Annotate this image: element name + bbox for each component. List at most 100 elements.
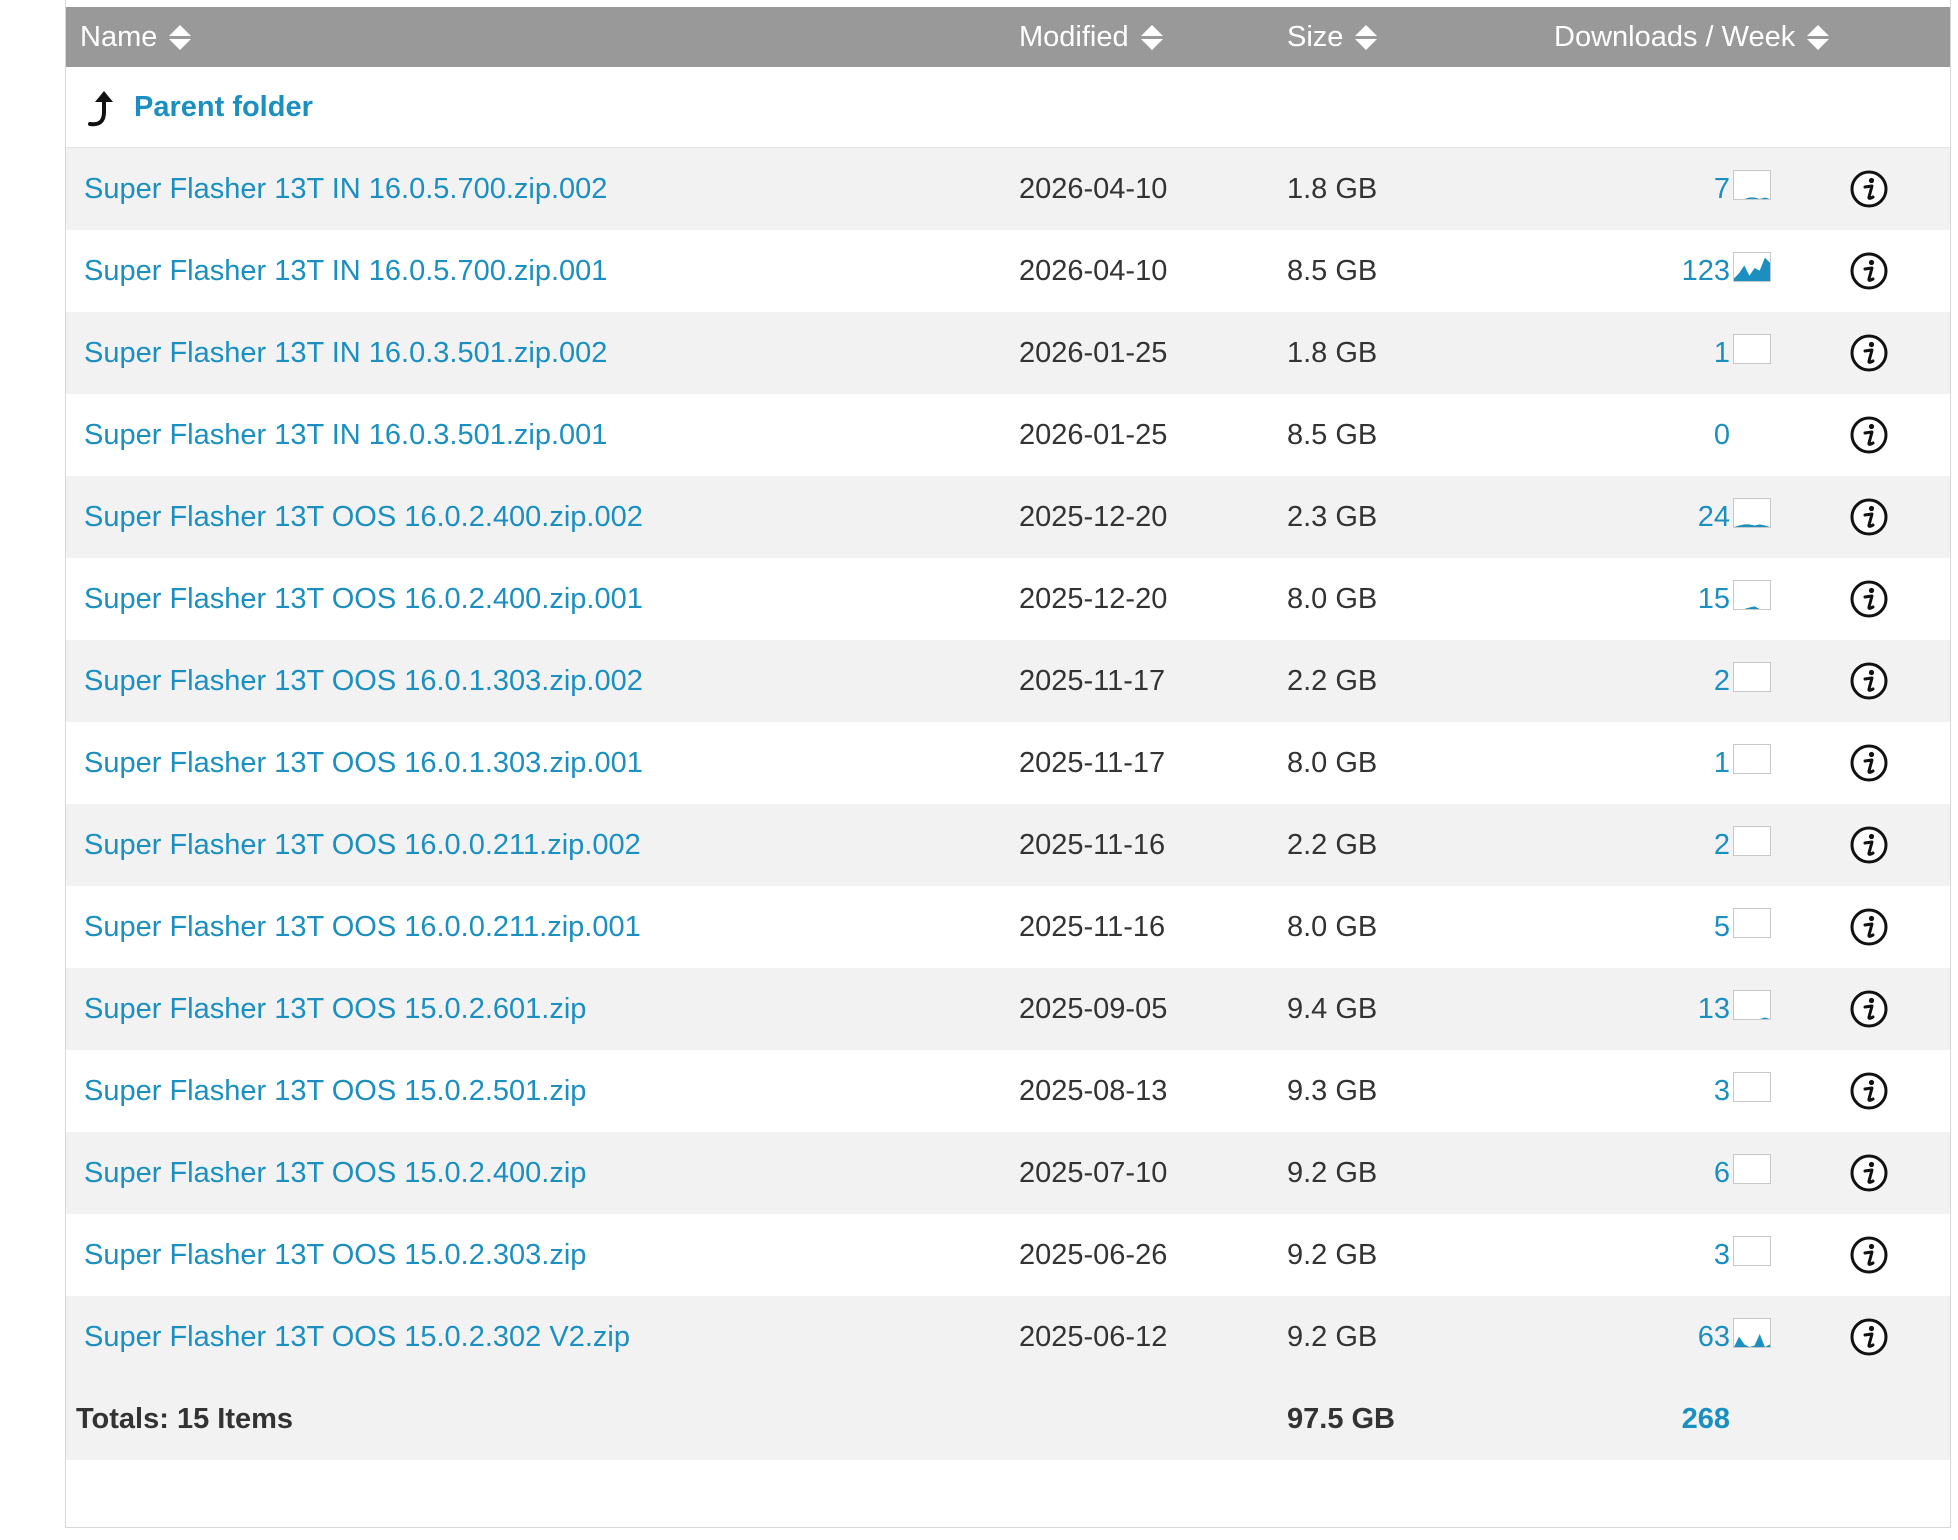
downloads-sparkline[interactable] [1733,498,1771,528]
info-icon[interactable] [1848,578,1890,620]
info-icon[interactable] [1848,988,1890,1030]
sparkline-chart [1734,745,1770,773]
file-name-link[interactable]: Super Flasher 13T OOS 15.0.2.400.zip [84,1132,586,1214]
file-name-link[interactable]: Super Flasher 13T IN 16.0.3.501.zip.002 [84,312,607,394]
file-name-link[interactable]: Super Flasher 13T OOS 15.0.2.601.zip [84,968,586,1050]
table-row: Super Flasher 13T OOS 16.0.2.400.zip.001… [66,558,1950,640]
file-name-link[interactable]: Super Flasher 13T OOS 16.0.2.400.zip.002 [84,476,643,558]
sort-by-downloads[interactable]: Downloads / Week [1554,7,1830,67]
sort-icon [1355,24,1378,50]
file-modified-date: 2026-04-10 [1019,255,1168,287]
file-downloads-count[interactable]: 5 [1714,886,1730,968]
file-downloads-count[interactable]: 13 [1698,968,1730,1050]
file-downloads-count[interactable]: 15 [1698,558,1730,640]
file-downloads-count[interactable]: 63 [1698,1296,1730,1378]
downloads-sparkline[interactable] [1733,662,1771,692]
downloads-sparkline[interactable] [1733,826,1771,856]
info-icon[interactable] [1848,414,1890,456]
parent-folder-label: Parent folder [134,91,313,123]
totals-row: Totals: 15 Items 97.5 GB 268 [66,1378,1950,1460]
file-name-link[interactable]: Super Flasher 13T IN 16.0.5.700.zip.001 [84,230,607,312]
file-size: 8.0 GB [1287,583,1378,615]
file-name-link[interactable]: Super Flasher 13T OOS 15.0.2.303.zip [84,1214,586,1296]
arrow-up-turn-icon [88,90,113,126]
info-icon[interactable] [1848,824,1890,866]
downloads-sparkline[interactable] [1733,252,1771,282]
downloads-sparkline[interactable] [1733,580,1771,610]
table-row: Super Flasher 13T OOS 15.0.2.601.zip 2025… [66,968,1950,1050]
table-row: Super Flasher 13T OOS 16.0.0.211.zip.002… [66,804,1950,886]
info-icon[interactable] [1848,332,1890,374]
file-downloads-count[interactable]: 24 [1698,476,1730,558]
file-modified-date: 2025-06-26 [1019,1239,1168,1271]
header-size-label: Size [1287,21,1344,53]
file-downloads-count[interactable]: 1 [1714,312,1730,394]
file-name-link[interactable]: Super Flasher 13T OOS 16.0.1.303.zip.001 [84,722,643,804]
table-row: Super Flasher 13T IN 16.0.3.501.zip.002 2… [66,312,1950,394]
totals-downloads[interactable]: 268 [1682,1378,1730,1460]
file-downloads-count[interactable]: 7 [1714,148,1730,230]
downloads-sparkline[interactable] [1733,908,1771,938]
sparkline-chart [1734,1334,1770,1347]
file-name-link[interactable]: Super Flasher 13T OOS 16.0.2.400.zip.001 [84,558,643,640]
file-name-link[interactable]: Super Flasher 13T OOS 16.0.0.211.zip.002 [84,804,641,886]
info-icon[interactable] [1848,1070,1890,1112]
file-name-link[interactable]: Super Flasher 13T OOS 15.0.2.501.zip [84,1050,586,1132]
downloads-sparkline[interactable] [1733,744,1771,774]
file-downloads-count[interactable]: 3 [1714,1050,1730,1132]
file-modified-date: 2025-09-05 [1019,993,1168,1025]
parent-folder-row: Parent folder [66,67,1950,148]
info-icon[interactable] [1848,168,1890,210]
file-name-link[interactable]: Super Flasher 13T IN 16.0.3.501.zip.001 [84,394,607,476]
downloads-sparkline[interactable] [1733,990,1771,1020]
file-name-link[interactable]: Super Flasher 13T IN 16.0.5.700.zip.002 [84,148,607,230]
header-name-label: Name [80,21,158,53]
downloads-sparkline[interactable] [1733,170,1771,200]
file-name-link[interactable]: Super Flasher 13T OOS 16.0.0.211.zip.001 [84,886,641,968]
downloads-sparkline[interactable] [1733,1236,1771,1266]
file-size: 9.2 GB [1287,1321,1378,1353]
file-name-link[interactable]: Super Flasher 13T OOS 16.0.1.303.zip.002 [84,640,643,722]
parent-folder-link[interactable]: Parent folder [84,67,313,148]
info-icon[interactable] [1848,1316,1890,1358]
downloads-sparkline[interactable] [1733,1154,1771,1184]
info-icon[interactable] [1848,1234,1890,1276]
file-list: Super Flasher 13T IN 16.0.5.700.zip.002 2… [66,148,1950,1378]
sort-by-size[interactable]: Size [1287,7,1378,67]
file-downloads-count[interactable]: 3 [1714,1214,1730,1296]
sort-icon [1807,24,1830,50]
table-row: Super Flasher 13T IN 16.0.5.700.zip.001 2… [66,230,1950,312]
file-modified-date: 2026-04-10 [1019,173,1168,205]
sparkline-chart [1734,1237,1770,1265]
file-downloads-count[interactable]: 123 [1682,230,1730,312]
file-downloads-count[interactable]: 6 [1714,1132,1730,1214]
info-icon[interactable] [1848,742,1890,784]
file-table: Name Modified Size Downloads / Week Pare… [66,7,1950,1460]
file-size: 8.5 GB [1287,419,1378,451]
file-size: 1.8 GB [1287,337,1378,369]
sparkline-chart [1734,663,1770,691]
file-downloads-count[interactable]: 0 [1714,394,1730,476]
file-browser: Name Modified Size Downloads / Week Pare… [65,0,1951,1528]
info-icon[interactable] [1848,1152,1890,1194]
table-row: Super Flasher 13T OOS 16.0.1.303.zip.002… [66,640,1950,722]
info-icon[interactable] [1848,250,1890,292]
sparkline-chart [1734,335,1770,363]
sparkline-area [1734,197,1770,199]
file-downloads-count[interactable]: 2 [1714,804,1730,886]
downloads-sparkline[interactable] [1733,1318,1771,1348]
info-icon[interactable] [1848,496,1890,538]
info-icon[interactable] [1848,906,1890,948]
file-downloads-count[interactable]: 1 [1714,722,1730,804]
table-row: Super Flasher 13T OOS 16.0.0.211.zip.001… [66,886,1950,968]
downloads-sparkline[interactable] [1733,334,1771,364]
sort-by-name[interactable]: Name [80,7,192,67]
sort-by-modified[interactable]: Modified [1019,7,1163,67]
file-modified-date: 2025-11-16 [1019,911,1166,943]
file-downloads-count[interactable]: 2 [1714,640,1730,722]
downloads-sparkline[interactable] [1733,1072,1771,1102]
file-modified-date: 2026-01-25 [1019,419,1168,451]
file-name-link[interactable]: Super Flasher 13T OOS 15.0.2.302 V2.zip [84,1296,630,1378]
sparkline-chart [1734,827,1770,855]
info-icon[interactable] [1848,660,1890,702]
